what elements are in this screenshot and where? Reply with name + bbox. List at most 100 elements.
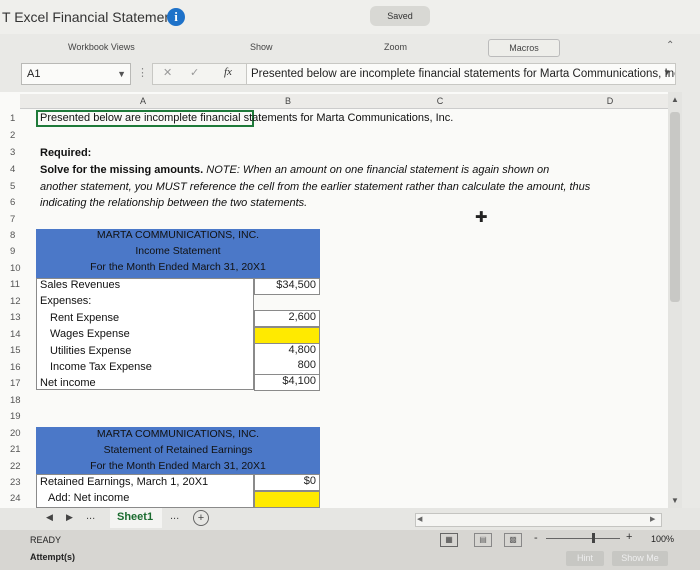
row-number[interactable]: 14 [10, 329, 30, 340]
row-number[interactable]: 24 [10, 493, 30, 504]
app-title: T Excel Financial Statements [2, 9, 184, 25]
attempts-label: Attempt(s) [30, 552, 75, 562]
function-icon[interactable]: fx [224, 66, 232, 78]
row-number[interactable]: 7 [10, 214, 30, 225]
required-heading: Required: [40, 147, 92, 159]
row-number[interactable]: 10 [10, 263, 30, 274]
row-number[interactable]: 3 [10, 147, 30, 158]
scroll-left-icon[interactable]: ◀ [417, 515, 422, 523]
add-sheet-icon[interactable]: + [193, 510, 209, 526]
next-sheet-icon[interactable]: ▶ [66, 512, 73, 523]
row-number[interactable]: 9 [10, 246, 30, 257]
utilities-label: Utilities Expense [50, 345, 132, 357]
utilities-value[interactable]: 4,800 [254, 343, 320, 360]
more-dots-icon[interactable]: ⋮ [137, 66, 148, 79]
zoom-slider-track[interactable] [546, 538, 620, 539]
normal-view-icon[interactable]: ▦ [440, 533, 458, 547]
formula-input[interactable]: Presented below are incomplete financial… [246, 63, 676, 85]
hint-button[interactable]: Hint [566, 551, 604, 566]
column-header-a[interactable]: A [30, 94, 256, 108]
row-number[interactable]: 18 [10, 395, 30, 406]
page-layout-view-icon[interactable]: ▤ [474, 533, 492, 547]
ready-status: READY [30, 535, 62, 545]
re-title: Statement of Retained Earnings [103, 444, 253, 456]
sheet-overflow-left-icon[interactable]: ... [86, 510, 95, 522]
row-number[interactable]: 21 [10, 444, 30, 455]
sheet-overflow-right-icon[interactable]: ... [170, 510, 179, 522]
re-begin-label: Retained Earnings, March 1, 20X1 [40, 476, 209, 488]
instructions-line-3: indicating the relationship between the … [40, 197, 308, 209]
formula-expand-icon[interactable]: ▼ [663, 68, 671, 77]
collapse-ribbon-icon[interactable]: ⌃ [666, 40, 674, 51]
chevron-down-icon[interactable]: ▼ [117, 64, 126, 84]
row-number[interactable]: 8 [10, 230, 30, 241]
wages-label: Wages Expense [50, 328, 130, 340]
row-number[interactable]: 17 [10, 378, 30, 389]
row-number[interactable]: 6 [10, 197, 30, 208]
row-number[interactable]: 2 [10, 130, 30, 141]
zoom-slider-thumb[interactable] [592, 533, 595, 543]
row-number[interactable]: 1 [10, 113, 30, 124]
income-company-name: MARTA COMMUNICATIONS, INC. [96, 229, 260, 241]
scroll-up-icon[interactable]: ▲ [671, 95, 679, 104]
add-net-income-input-cell[interactable] [254, 491, 320, 508]
row-number[interactable]: 13 [10, 312, 30, 323]
tax-value[interactable]: 800 [254, 359, 320, 375]
expenses-label: Expenses: [40, 295, 92, 307]
tax-label: Income Tax Expense [50, 361, 152, 373]
cell-a1-text: Presented below are incomplete financial… [40, 112, 454, 124]
show-tab[interactable]: Show [250, 42, 273, 52]
rent-value[interactable]: 2,600 [254, 310, 320, 327]
enter-check-icon[interactable]: ✓ [190, 66, 199, 79]
wages-input-cell[interactable] [254, 327, 320, 344]
row-number[interactable]: 23 [10, 477, 30, 488]
re-begin-value[interactable]: $0 [254, 474, 320, 491]
saved-status-button[interactable]: Saved [370, 6, 430, 26]
zoom-out-icon[interactable]: - [534, 532, 538, 544]
row-number[interactable]: 16 [10, 362, 30, 373]
income-title: Income Statement [135, 245, 221, 257]
instructions-bold: Solve for the missing amounts. [40, 164, 207, 176]
income-period: For the Month Ended March 31, 20X1 [90, 261, 266, 273]
re-company-name: MARTA COMMUNICATIONS, INC. [96, 428, 260, 440]
macros-tab[interactable]: Macros [488, 39, 560, 57]
sales-value[interactable]: $34,500 [254, 278, 320, 295]
horizontal-scrollbar[interactable] [415, 513, 662, 527]
net-income-value[interactable]: $4,100 [254, 375, 320, 391]
sales-label: Sales Revenues [40, 279, 121, 291]
workbook-views-tab[interactable]: Workbook Views [68, 42, 135, 52]
name-box-value: A1 [27, 68, 41, 80]
rent-label: Rent Expense [50, 312, 120, 324]
vertical-scroll-thumb[interactable] [670, 112, 680, 302]
row-number[interactable]: 4 [10, 164, 30, 175]
scroll-right-icon[interactable]: ▶ [650, 515, 655, 523]
row-number[interactable]: 15 [10, 345, 30, 356]
page-break-view-icon[interactable]: ▩ [504, 533, 522, 547]
formula-text: Presented below are incomplete financial… [251, 68, 676, 80]
sheet-tab-label: Sheet1 [117, 511, 154, 523]
row-number[interactable]: 19 [10, 411, 30, 422]
re-period: For the Month Ended March 31, 20X1 [90, 460, 266, 472]
column-header-d[interactable]: D [560, 94, 660, 108]
row-number[interactable]: 5 [10, 181, 30, 192]
cell-cursor-icon: ✚ [475, 209, 488, 226]
row-number[interactable]: 22 [10, 461, 30, 472]
instructions-note: NOTE: When an amount on one financial st… [206, 164, 550, 176]
info-icon[interactable]: i [167, 8, 185, 26]
add-net-income-label: Add: Net income [48, 492, 130, 504]
zoom-tab[interactable]: Zoom [384, 42, 407, 52]
zoom-in-icon[interactable]: + [626, 531, 632, 543]
name-box[interactable]: A1 ▼ [21, 63, 131, 85]
instructions-line-2: another statement, you MUST reference th… [40, 181, 591, 193]
net-income-label: Net income [40, 377, 96, 389]
row-number[interactable]: 12 [10, 296, 30, 307]
column-header-b[interactable]: B [256, 94, 320, 108]
prev-sheet-icon[interactable]: ◀ [46, 512, 53, 523]
scroll-down-icon[interactable]: ▼ [671, 496, 679, 505]
cancel-icon[interactable]: ✕ [163, 66, 172, 79]
column-header-c[interactable]: C [400, 94, 480, 108]
show-me-button[interactable]: Show Me [612, 551, 668, 566]
row-number[interactable]: 20 [10, 428, 30, 439]
instructions-line-1: Solve for the missing amounts. NOTE: Whe… [40, 164, 549, 176]
row-number[interactable]: 11 [10, 279, 30, 290]
